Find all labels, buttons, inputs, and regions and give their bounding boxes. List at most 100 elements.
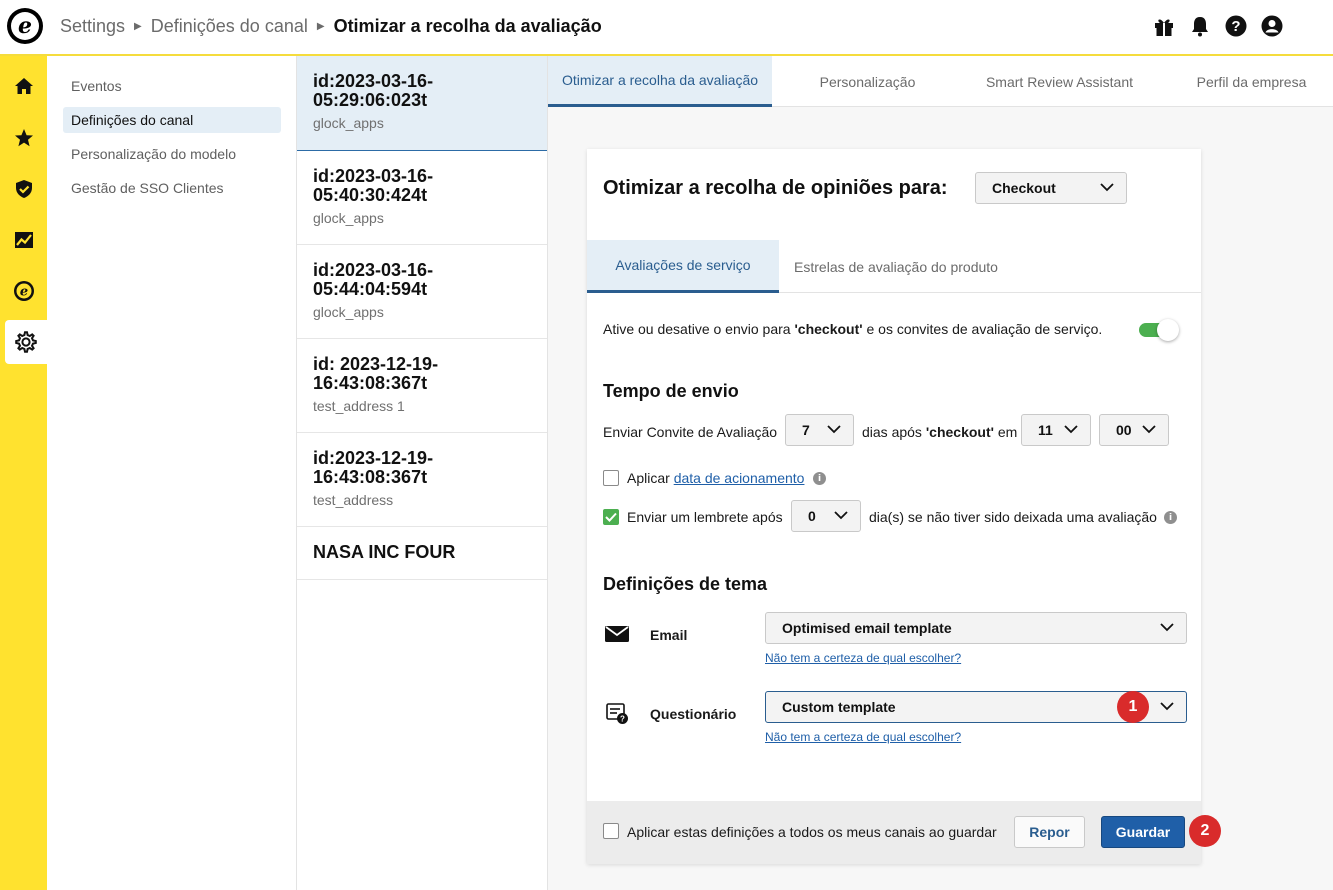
chevron-down-icon [834,511,848,520]
channel-title: id:2023-03-16-05:44:04:594t [313,260,434,299]
email-template-value: Optimised email template [782,620,952,636]
tab-personalization[interactable]: Personalização [772,56,963,107]
theme-section-title: Definições de tema [603,574,768,594]
svg-text:e: e [19,285,27,300]
logo-letter: e [11,12,39,40]
shield-check-icon[interactable] [0,167,47,211]
email-template-select[interactable]: Optimised email template [765,612,1187,644]
subnav-item-events[interactable]: Eventos [63,73,281,99]
gift-icon[interactable] [1153,15,1175,37]
annotation-badge: 1 [1117,691,1149,723]
send-invite-label: Enviar Convite de Avaliação [603,424,778,440]
trigger-date-label: Aplicar data de acionamento [627,470,805,486]
toggle-description: Ative ou desative o envio para 'checkout… [603,321,1103,337]
chevron-down-icon [1160,702,1174,711]
help-icon[interactable]: ? [1225,15,1247,37]
chevron-down-icon [1160,623,1174,632]
reminder-checkbox[interactable] [603,509,619,525]
star-icon[interactable] [0,116,47,160]
subnav-item-sso-management[interactable]: Gestão de SSO Clientes [63,175,281,201]
home-icon[interactable] [0,64,47,108]
analytics-icon[interactable] [0,218,47,262]
channel-title: id:2023-03-16-05:29:06:023t [313,71,434,110]
gear-icon[interactable] [5,320,47,364]
left-rail: e [0,56,47,890]
channel-item[interactable]: id: 2023-12-19-16:43:08:367t test_addres… [297,339,547,433]
chevron-down-icon [1064,425,1078,434]
account-icon[interactable] [1261,15,1283,37]
info-icon[interactable]: i [1164,511,1177,524]
settings-card: Otimizar a recolha de opiniões para: Che… [587,149,1221,864]
channel-item[interactable]: id:2023-12-19-16:43:08:367t test_address [297,433,547,527]
days-select-value: 7 [802,422,810,438]
reset-button[interactable]: Repor [1014,816,1085,848]
reminder-after-label: dia(s) se não tiver sido deixada uma ava… [869,509,1157,525]
breadcrumb-channel-settings[interactable]: Definições do canal [151,16,308,37]
card-title: Otimizar a recolha de opiniões para: [603,177,948,199]
trigger-date-checkbox[interactable] [603,470,619,486]
reminder-days-select[interactable]: 0 [791,500,861,532]
tab-service-reviews[interactable]: Avaliações de serviço [587,240,779,293]
reminder-label: Enviar um lembrete após [627,509,783,525]
settings-tabs: Otimizar a recolha da avaliação Personal… [548,56,1333,107]
channel-source: glock_apps [313,304,384,320]
tab-company-profile[interactable]: Perfil da empresa [1156,56,1333,107]
svg-text:?: ? [620,715,625,724]
channel-title: id: 2023-12-19-16:43:08:367t [313,354,439,393]
channel-list: id:2023-03-16-05:29:06:023t glock_apps i… [297,56,548,890]
days-after-label: dias após 'checkout' em [862,424,1018,440]
questionnaire-help-link[interactable]: Não tem a certeza de qual escolher? [765,730,961,744]
channel-title: id:2023-12-19-16:43:08:367t [313,448,434,487]
card-footer: Aplicar estas definições a todos os meus… [587,801,1221,864]
channel-item[interactable]: id:2023-03-16-05:29:06:023t glock_apps [297,56,547,151]
reminder-days-value: 0 [808,508,816,524]
tab-smart-review-assistant[interactable]: Smart Review Assistant [963,56,1156,107]
breadcrumb-separator-icon: ▶ [316,21,325,32]
chevron-down-icon [1142,425,1156,434]
apply-all-label: Aplicar estas definições a todos os meus… [627,824,997,840]
tab-product-reviews[interactable]: Estrelas de avaliação do produto [779,240,1013,293]
chevron-down-icon [1100,183,1114,192]
trustpilot-e-icon[interactable]: e [0,269,47,313]
channel-title: id:2023-03-16-05:40:30:424t [313,166,434,205]
days-select[interactable]: 7 [785,414,854,446]
questionnaire-template-value: Custom template [782,699,896,715]
minute-select-value: 00 [1116,422,1132,438]
breadcrumb-settings[interactable]: Settings [60,16,125,37]
channel-source: glock_apps [313,210,384,226]
channel-title: NASA INC FOUR [313,542,456,562]
trustpilot-logo[interactable]: e [7,8,43,44]
minute-select[interactable]: 00 [1099,414,1169,446]
channel-item[interactable]: id:2023-03-16-05:44:04:594t glock_apps [297,245,547,339]
chevron-down-icon [827,425,841,434]
apply-all-checkbox[interactable] [603,823,619,839]
subnav-item-channel-settings[interactable]: Definições do canal [63,107,281,133]
top-header: e Settings ▶ Definições do canal ▶ Otimi… [0,0,1333,56]
settings-subnav: Eventos Definições do canal Personalizaç… [47,56,297,890]
channel-source: glock_apps [313,115,384,131]
email-help-link[interactable]: Não tem a certeza de qual escolher? [765,651,961,665]
email-label: Email [650,627,688,643]
subnav-item-template-customization[interactable]: Personalização do modelo [63,141,281,167]
tab-optimize-collection[interactable]: Otimizar a recolha da avaliação [548,56,772,107]
breadcrumb-separator-icon: ▶ [134,21,142,32]
breadcrumb: Settings ▶ Definições do canal ▶ Otimiza… [60,16,602,37]
service-invites-toggle[interactable] [1139,319,1179,341]
bell-icon[interactable] [1189,15,1211,37]
header-actions: ? [1153,15,1283,37]
channel-item[interactable]: id:2023-03-16-05:40:30:424t glock_apps [297,151,547,245]
svg-text:?: ? [1231,18,1240,35]
main-content: Otimizar a recolha da avaliação Personal… [548,56,1333,890]
timing-section-title: Tempo de envio [603,381,739,401]
checkmark-icon [605,512,617,522]
review-type-tabs: Avaliações de serviço Estrelas de avalia… [587,240,1201,293]
channel-source: test_address 1 [313,398,405,414]
trigger-select-value: Checkout [992,180,1056,196]
hour-select-value: 11 [1038,422,1053,438]
trigger-select[interactable]: Checkout [975,172,1127,204]
trigger-date-link[interactable]: data de acionamento [674,470,805,486]
channel-item[interactable]: NASA INC FOUR [297,527,547,580]
hour-select[interactable]: 11 [1021,414,1091,446]
save-button[interactable]: Guardar [1101,816,1185,848]
info-icon[interactable]: i [813,472,826,485]
